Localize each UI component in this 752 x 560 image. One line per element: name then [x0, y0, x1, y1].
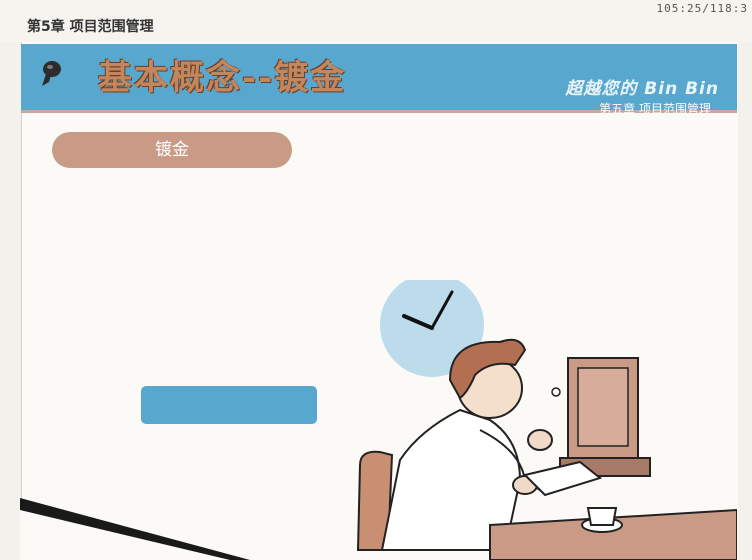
bullet-ink-icon — [42, 61, 61, 86]
topic-pill[interactable]: 镀金 — [52, 132, 292, 168]
brand-logo: 超越您的 Bin Bin — [565, 79, 719, 99]
programmer-at-computer-illustration — [20, 280, 737, 560]
slide-title: 基本概念--镀金 — [98, 58, 347, 98]
playback-timer: 105:25/118:3 — [656, 2, 748, 15]
banner-subtitle: 第五章 项目范围管理 — [599, 102, 711, 116]
chapter-label: 第5章 项目范围管理 — [27, 19, 154, 35]
top-bar: 第5章 项目范围管理 105:25/118:3 — [0, 0, 752, 42]
